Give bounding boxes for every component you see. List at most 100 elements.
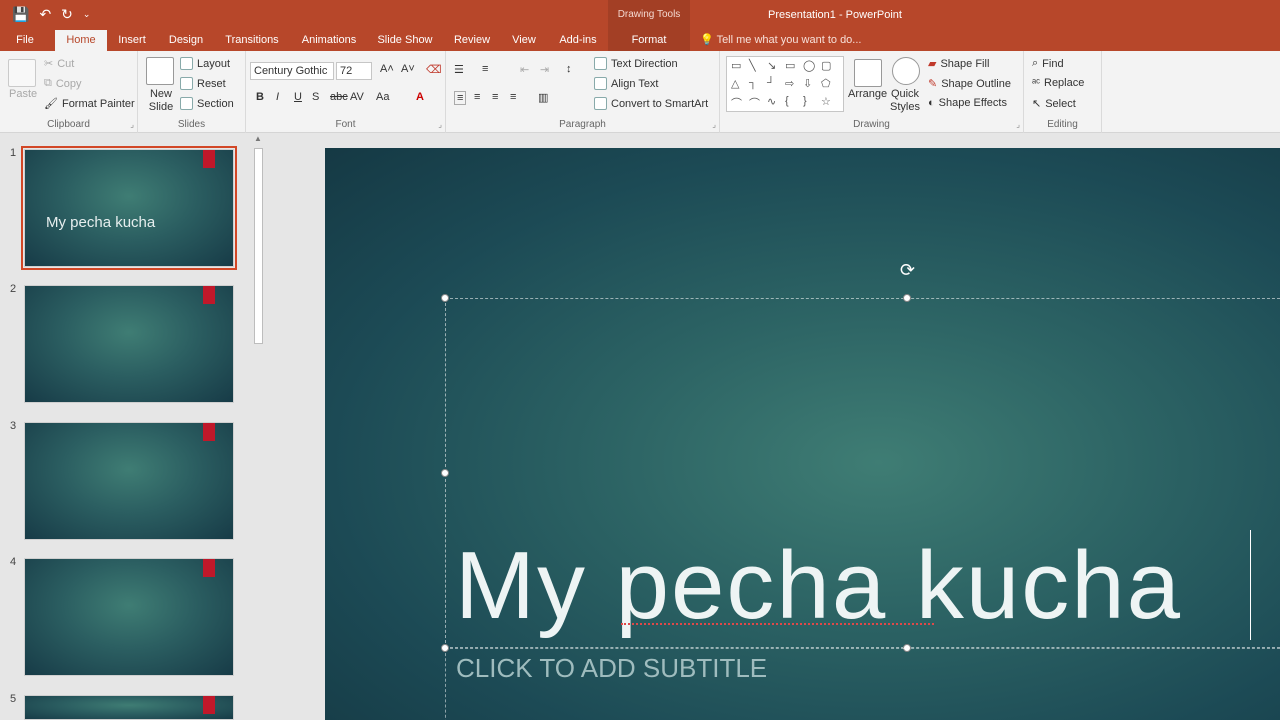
decrease-indent-icon[interactable]: ⇤	[520, 63, 529, 76]
clipboard-launcher-icon[interactable]: ⌟	[130, 120, 134, 129]
arrange-button[interactable]: Arrange	[848, 88, 887, 100]
resize-handle-top-left[interactable]	[441, 294, 449, 302]
font-family-select[interactable]: Century Gothic	[250, 62, 334, 80]
resize-handle-middle-left[interactable]	[441, 469, 449, 477]
slide-thumbnail-2[interactable]	[24, 285, 234, 403]
tab-insert[interactable]: Insert	[112, 30, 152, 51]
convert-smartart-button[interactable]: Convert to SmartArt	[594, 97, 708, 110]
undo-icon[interactable]: ↶	[39, 5, 51, 23]
numbering-icon[interactable]: ≡	[482, 63, 488, 75]
bold-icon[interactable]: B	[256, 91, 264, 103]
bullets-icon[interactable]: ☰	[454, 63, 464, 76]
font-size-select[interactable]: 72	[336, 62, 372, 80]
freeform-shape-icon[interactable]: ∿	[767, 95, 776, 108]
decrease-font-icon[interactable]: A˅	[401, 63, 415, 75]
tab-add-ins[interactable]: Add-ins	[554, 30, 602, 51]
star-shape-icon[interactable]: ☆	[821, 95, 831, 108]
down-arrow-shape-icon[interactable]: ⇩	[803, 77, 812, 90]
increase-font-icon[interactable]: A˄	[380, 63, 394, 75]
char-spacing-icon[interactable]: AV	[350, 91, 364, 103]
elbow-connector-shape-icon[interactable]: ┐	[749, 77, 757, 89]
select-button[interactable]: ↖ Select	[1032, 97, 1076, 111]
slide-thumbnail-3[interactable]	[24, 422, 234, 540]
cut-button[interactable]: ✂ Cut	[44, 57, 74, 71]
align-center-icon[interactable]: ≡	[474, 91, 480, 103]
shapes-gallery[interactable]: ▭ ╲ ↘ ▭ ◯ ▢ △ ┐ ┘ ⇨ ⇩ ⬠ ⌒ ⌒ ∿ { } ☆	[726, 56, 844, 112]
resize-handle-top-center[interactable]	[903, 294, 911, 302]
slide-thumbnail-4[interactable]	[24, 558, 234, 676]
shape-effects-button[interactable]: ◐ Shape Effects	[928, 97, 1007, 109]
tab-slide-show[interactable]: Slide Show	[374, 30, 436, 51]
replace-button[interactable]: ᵃᶜ Replace	[1032, 77, 1084, 89]
increase-indent-icon[interactable]: ⇥	[540, 63, 549, 76]
redo-icon[interactable]: ↻	[61, 5, 73, 23]
tab-file[interactable]: File	[10, 30, 40, 51]
triangle-shape-icon[interactable]: △	[731, 77, 739, 90]
tab-design[interactable]: Design	[164, 30, 208, 51]
underline-icon[interactable]: U	[294, 91, 302, 103]
line-spacing-icon[interactable]: ↕	[566, 63, 572, 75]
shape-fill-button[interactable]: ▰ Shape Fill	[928, 57, 989, 71]
customize-qat-icon[interactable]: ⌄	[83, 5, 91, 23]
format-painter-button[interactable]: 🖌 Format Painter	[44, 97, 135, 111]
rounded-rect-shape-icon[interactable]: ▢	[821, 59, 831, 72]
oval-shape-icon[interactable]: ◯	[803, 59, 815, 72]
arrange-icon	[854, 59, 882, 87]
find-button[interactable]: ⌕ Find	[1032, 57, 1064, 70]
shadow-icon[interactable]: S	[312, 91, 319, 103]
textbox-shape-icon[interactable]: ▭	[731, 59, 741, 72]
pentagon-shape-icon[interactable]: ⬠	[821, 77, 831, 90]
arrow-line-shape-icon[interactable]: ↘	[767, 59, 776, 72]
scroll-up-icon[interactable]: ▲	[252, 134, 264, 146]
tab-view[interactable]: View	[506, 30, 542, 51]
elbow-arrow-shape-icon[interactable]: ┘	[767, 77, 775, 89]
drawing-launcher-icon[interactable]: ⌟	[1016, 120, 1020, 129]
align-text-button[interactable]: Align Text	[594, 77, 659, 90]
paragraph-launcher-icon[interactable]: ⌟	[712, 120, 716, 129]
tab-animations[interactable]: Animations	[296, 30, 362, 51]
align-left-icon[interactable]: ≡	[454, 91, 467, 105]
paste-button[interactable]: Paste	[9, 88, 37, 100]
slide-canvas[interactable]: ⟳ My pecha kucha CLICK TO ADD SUBTITLE	[325, 148, 1280, 720]
columns-icon[interactable]: ▥	[538, 91, 548, 104]
scrollbar-thumb[interactable]	[254, 148, 263, 344]
slide-number: 1	[10, 147, 17, 159]
reset-button[interactable]: Reset	[180, 77, 226, 90]
font-color-icon[interactable]: A	[416, 91, 424, 103]
quick-styles-button[interactable]: Quick Styles	[888, 88, 922, 114]
change-case-icon[interactable]: Aa	[376, 91, 389, 103]
thumbnail-scrollbar[interactable]: ▲	[252, 134, 264, 720]
text-direction-button[interactable]: Text Direction	[594, 57, 678, 70]
font-launcher-icon[interactable]: ⌟	[438, 120, 442, 129]
curve-shape-icon[interactable]: ⌒	[731, 95, 742, 111]
scissors-icon: ✂	[44, 58, 54, 70]
section-button[interactable]: Section	[180, 97, 234, 110]
arc-shape-icon[interactable]: ⌒	[749, 95, 760, 111]
subtitle-placeholder-text[interactable]: CLICK TO ADD SUBTITLE	[456, 653, 767, 684]
justify-icon[interactable]: ≡	[510, 91, 516, 103]
tab-format[interactable]: Format	[608, 30, 690, 51]
right-arrow-shape-icon[interactable]: ⇨	[785, 77, 794, 90]
tab-home[interactable]: Home	[55, 30, 107, 51]
new-slide-button[interactable]: New Slide	[144, 88, 178, 114]
line-shape-icon[interactable]: ╲	[749, 59, 756, 72]
save-icon[interactable]: 💾	[12, 5, 29, 23]
strikethrough-icon[interactable]: abc	[330, 91, 348, 103]
slides-group-label: Slides	[177, 119, 206, 130]
align-right-icon[interactable]: ≡	[492, 91, 498, 103]
tab-review[interactable]: Review	[448, 30, 496, 51]
shape-outline-button[interactable]: ✎ Shape Outline	[928, 77, 1011, 91]
brace-left-shape-icon[interactable]: {	[785, 95, 789, 107]
clear-formatting-icon[interactable]: ⌫	[426, 63, 442, 76]
brace-right-shape-icon[interactable]: }	[803, 95, 807, 107]
title-bar: 💾 ↶ ↻ ⌄ Drawing Tools Presentation1 - Po…	[0, 0, 1280, 30]
rectangle-shape-icon[interactable]: ▭	[785, 59, 795, 72]
rotate-handle-icon[interactable]: ⟳	[900, 260, 915, 281]
tell-me-search[interactable]: 💡 Tell me what you want to do...	[700, 30, 861, 51]
copy-button[interactable]: ⧉ Copy	[44, 77, 82, 90]
slide-thumbnail-1[interactable]: My pecha kucha	[21, 146, 237, 270]
layout-button[interactable]: Layout	[180, 57, 230, 70]
italic-icon[interactable]: I	[276, 91, 279, 103]
tab-transitions[interactable]: Transitions	[220, 30, 284, 51]
slide-thumbnail-5[interactable]	[24, 695, 234, 720]
